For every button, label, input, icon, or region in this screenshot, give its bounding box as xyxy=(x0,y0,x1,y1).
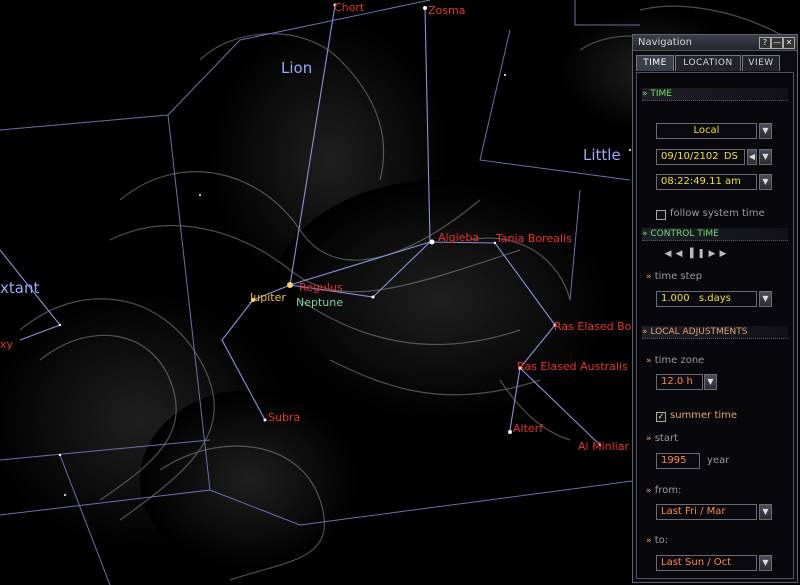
navigation-panel: Navigation ? — ✕ TIME LOCATION VIEW » TI… xyxy=(632,34,798,583)
time-zone-text: time zone xyxy=(654,355,705,366)
time-control-buttons: ◀ ◀ ▐ ❚ ▶ ▶ xyxy=(664,249,727,261)
date-dropdown-icon[interactable]: ▼ xyxy=(759,149,772,165)
stop-button[interactable]: ❚ xyxy=(697,249,705,260)
section-time: » TIME xyxy=(642,88,788,101)
constellation-label-lion[interactable]: Lion xyxy=(281,61,312,76)
star-label-algieba[interactable]: Algieba xyxy=(438,232,479,244)
from-arrow: » xyxy=(646,486,652,496)
time-step-field[interactable]: 1.000 s.days xyxy=(656,291,757,307)
star-label-edge[interactable]: xy xyxy=(0,339,13,351)
section-control-time: » CONTROL TIME xyxy=(642,228,788,241)
from-rule-dropdown-icon[interactable]: ▼ xyxy=(759,504,772,520)
date-suffix: DS xyxy=(723,151,738,162)
tab-view[interactable]: VIEW xyxy=(742,55,780,71)
close-button[interactable]: ✕ xyxy=(783,37,795,49)
help-button[interactable]: ? xyxy=(759,37,771,49)
to-arrow: » xyxy=(646,536,652,546)
star-label-subra[interactable]: Subra xyxy=(268,412,300,424)
rewind-button[interactable]: ◀ xyxy=(675,249,683,260)
star-label-regulus[interactable]: Regulus xyxy=(299,282,343,294)
to-text: to: xyxy=(654,535,669,546)
timezone-mode-select[interactable]: Local xyxy=(656,123,757,139)
date-field[interactable]: 09/10/2102 DS xyxy=(656,149,745,165)
from-text: from: xyxy=(654,485,682,496)
minimize-button[interactable]: — xyxy=(771,37,783,49)
section-local-adjustments: » LOCAL ADJUSTMENTS xyxy=(642,326,788,339)
planet-label-neptune[interactable]: Neptune xyxy=(296,297,343,309)
star-label-tania-borealis[interactable]: Tania Borealis xyxy=(496,233,572,245)
start-label: » start xyxy=(646,433,678,444)
star-label-chort[interactable]: Chort xyxy=(334,2,364,14)
timezone-mode-dropdown-icon[interactable]: ▼ xyxy=(759,123,772,139)
planet-label-jupiter[interactable]: Jupiter xyxy=(250,292,286,304)
rewind-fast-button[interactable]: ◀ xyxy=(664,249,672,260)
section-local-label: LOCAL ADJUSTMENTS xyxy=(650,327,748,337)
time-zone-arrow: » xyxy=(646,356,652,366)
time-step-value: 1.000 xyxy=(661,293,690,304)
time-zone-dropdown-icon[interactable]: ▼ xyxy=(704,374,717,390)
star-label-alterf[interactable]: Alterf xyxy=(513,423,543,435)
star-label-ras-elased-australis[interactable]: Ras Elased Australis xyxy=(517,361,628,373)
time-step-text: time step xyxy=(654,271,703,282)
summer-time-label: summer time xyxy=(670,410,738,421)
time-dropdown-icon[interactable]: ▼ xyxy=(759,174,772,190)
from-rule-field[interactable]: Last Fri / Mar xyxy=(656,504,757,520)
start-year-unit: year xyxy=(707,455,730,466)
to-rule-dropdown-icon[interactable]: ▼ xyxy=(759,555,772,571)
time-step-label: » time step xyxy=(646,271,702,282)
constellation-label-sextant[interactable]: xtant xyxy=(0,281,39,296)
summer-time-checkbox[interactable]: ✓ xyxy=(656,412,666,422)
date-stepper-icon[interactable]: ◀ xyxy=(747,149,757,165)
follow-system-time-label: follow system time xyxy=(670,208,765,219)
star-label-zosma[interactable]: Zosma xyxy=(428,5,465,17)
section-local-arrow: » xyxy=(642,327,648,337)
navigation-title: Navigation xyxy=(638,37,692,48)
pause-button[interactable]: ▐ xyxy=(686,249,694,260)
forward-fast-button[interactable]: ▶ xyxy=(719,249,727,260)
time-step-arrow: » xyxy=(646,272,652,282)
navigation-tabs: TIME LOCATION VIEW xyxy=(636,55,794,71)
to-rule-field[interactable]: Last Sun / Oct xyxy=(656,555,757,571)
section-control-label: CONTROL TIME xyxy=(650,229,719,239)
section-time-label: TIME xyxy=(650,89,672,99)
tab-time[interactable]: TIME xyxy=(636,55,674,71)
time-tab-panel: » TIME Local ▼ 09/10/2102 DS ◀ ▼ 08:22:4… xyxy=(636,72,794,579)
time-zone-label: » time zone xyxy=(646,355,704,366)
date-value: 09/10/2102 xyxy=(661,151,719,162)
follow-system-time-checkbox[interactable] xyxy=(656,210,666,220)
forward-button[interactable]: ▶ xyxy=(708,249,716,260)
start-year-field[interactable]: 1995 xyxy=(656,453,700,469)
time-step-dropdown-icon[interactable]: ▼ xyxy=(759,291,772,307)
tab-location[interactable]: LOCATION xyxy=(675,55,741,71)
star-label-ras-elased-borealis[interactable]: Ras Elased Bo xyxy=(554,321,631,333)
start-text: start xyxy=(654,433,678,444)
section-control-arrow: » xyxy=(642,229,648,239)
time-field[interactable]: 08:22:49.11 am xyxy=(656,174,757,190)
section-time-arrow: » xyxy=(642,89,648,99)
navigation-title-bar[interactable]: Navigation ? — ✕ xyxy=(633,35,797,51)
constellation-label-little[interactable]: Little xyxy=(583,148,621,163)
time-zone-field[interactable]: 12.0 h xyxy=(656,374,703,390)
start-arrow: » xyxy=(646,434,652,444)
from-label: » from: xyxy=(646,485,681,496)
time-step-unit: s.days xyxy=(698,293,731,304)
to-label: » to: xyxy=(646,535,668,546)
